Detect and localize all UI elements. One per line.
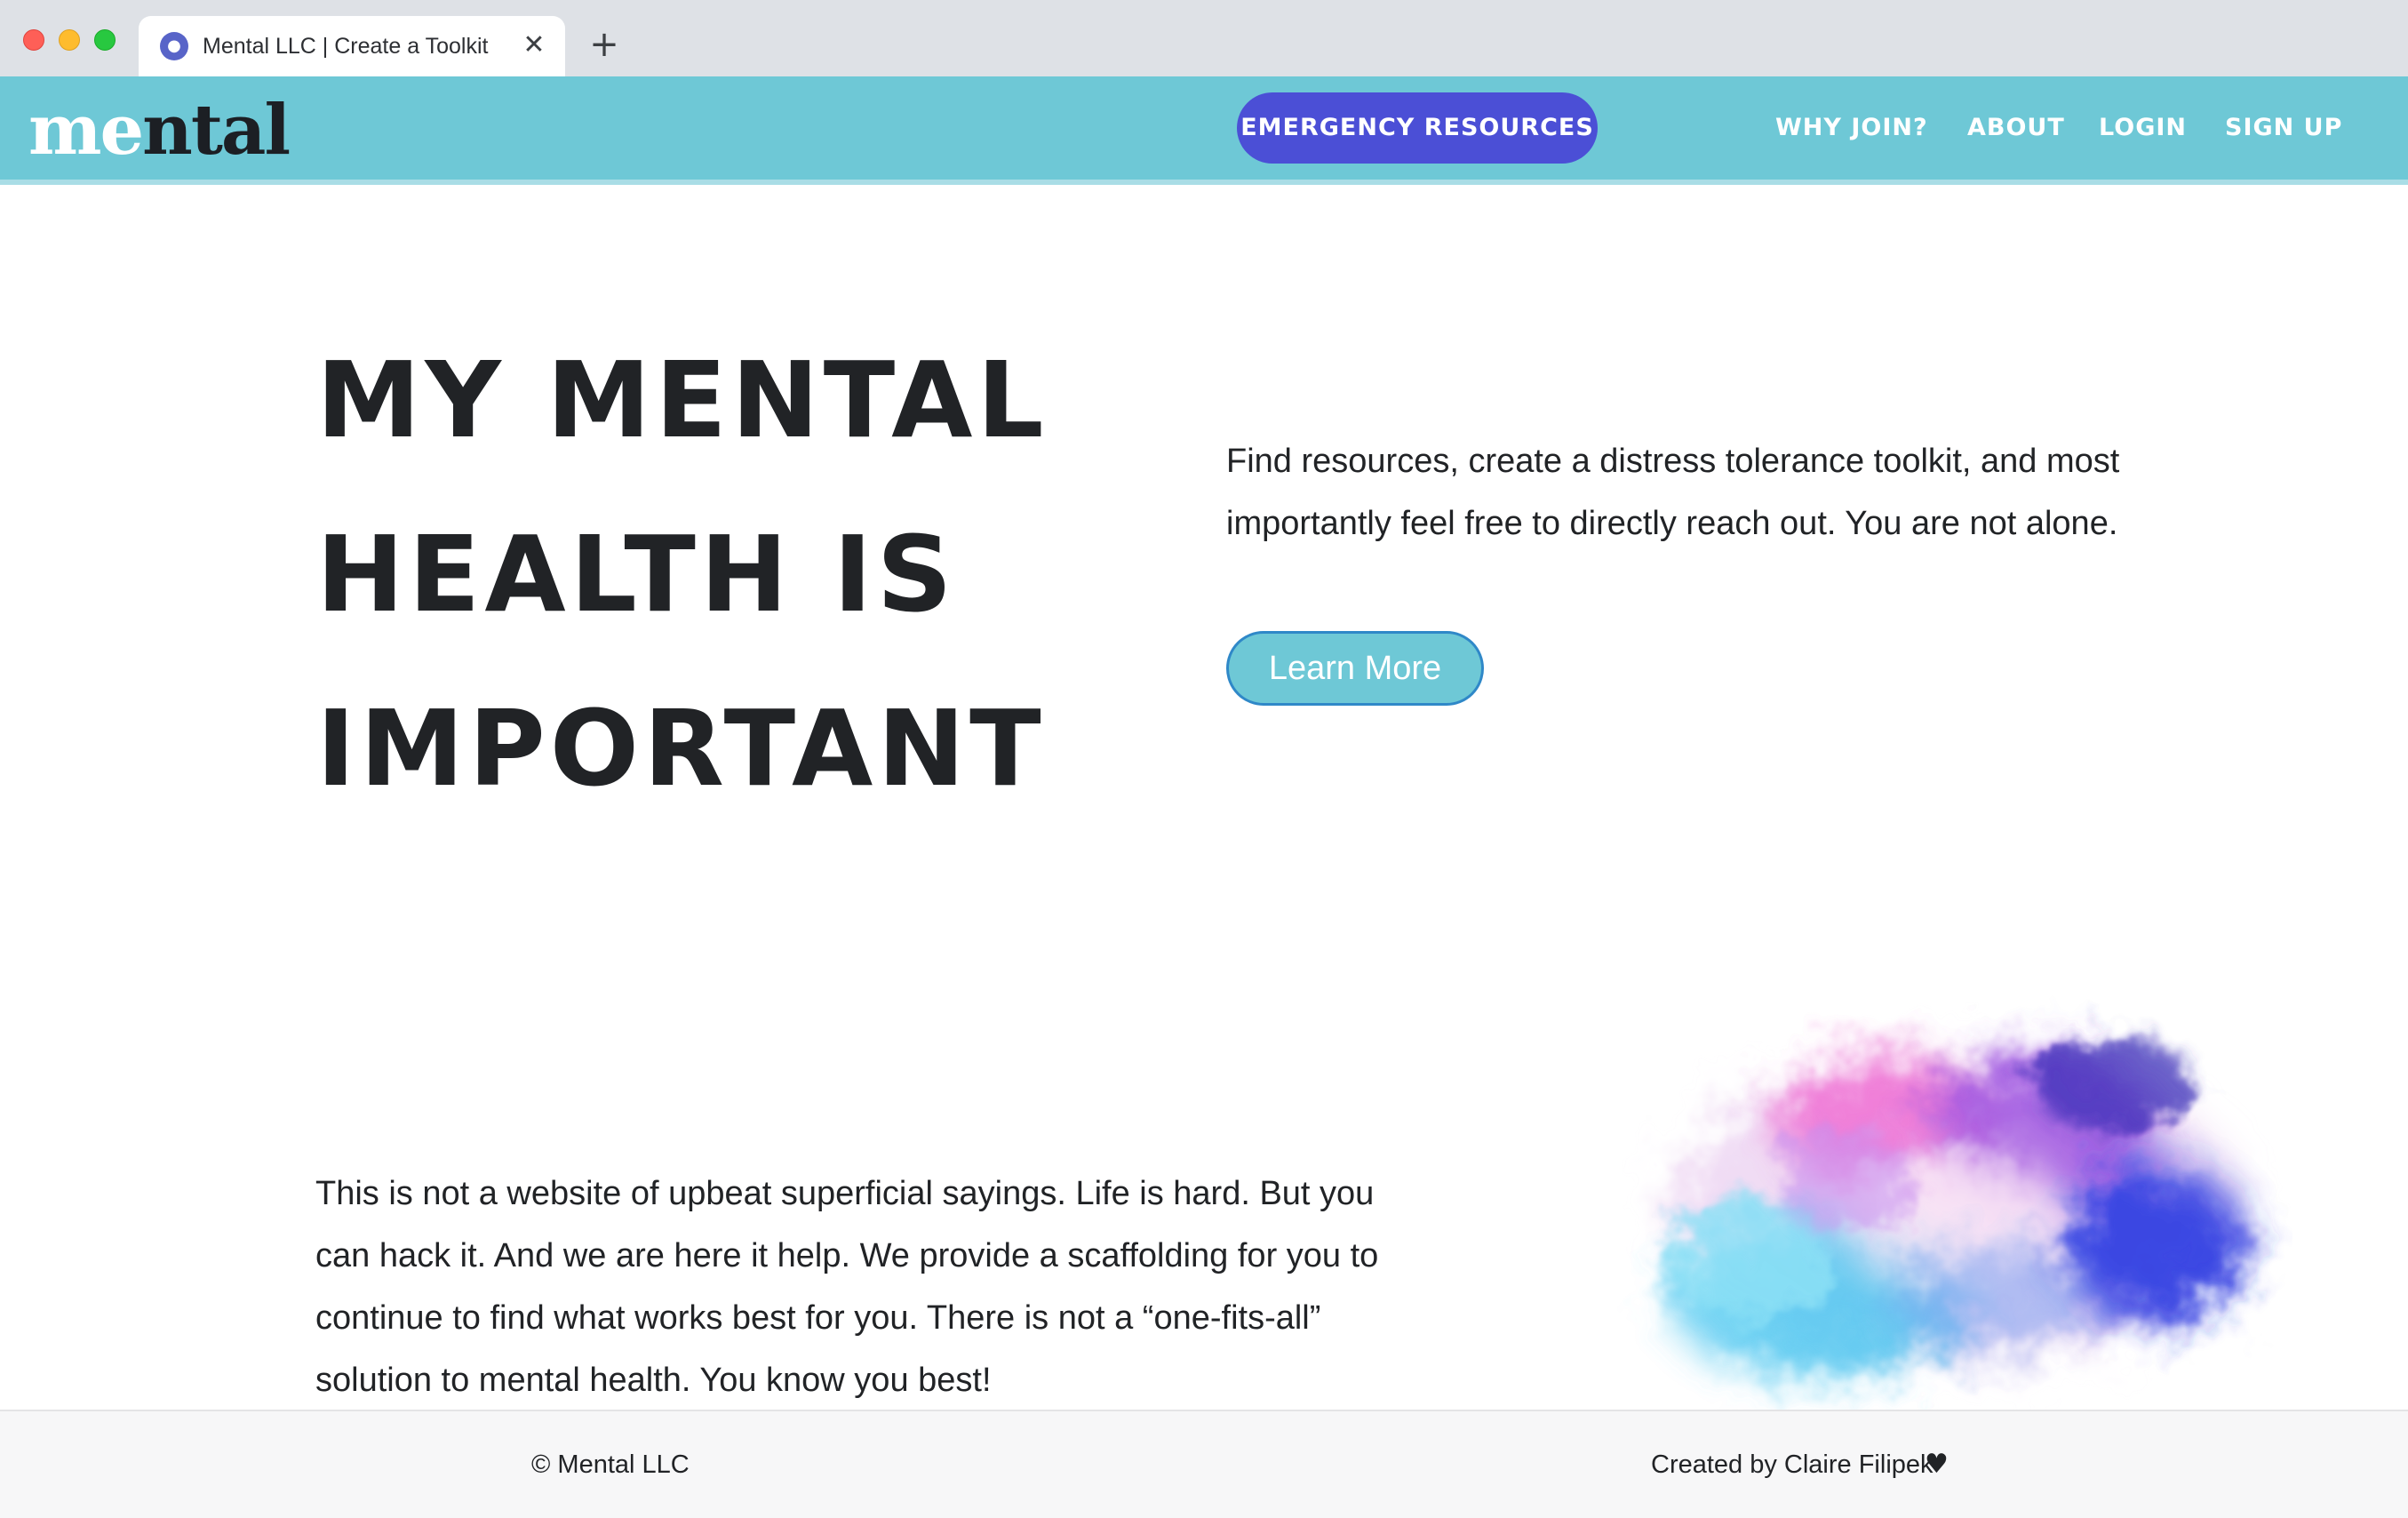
- site-logo[interactable]: mental: [28, 90, 291, 171]
- logo-text-dark: ntal: [142, 90, 291, 171]
- learn-more-button[interactable]: Learn More: [1226, 631, 1484, 706]
- browser-chrome: ● Mental LLC | Create a Toolkit ✕ +: [0, 0, 2408, 76]
- hero-title-line: MY MENTAL: [316, 339, 1049, 461]
- brain-icon: ●: [160, 32, 188, 60]
- heart-icon: ♥: [1925, 1449, 1949, 1480]
- hero-title: MY MENTAL HEALTH IS IMPORTANT: [316, 313, 1049, 835]
- hero-title-line: HEALTH IS: [316, 513, 957, 635]
- nav-login[interactable]: LOGIN: [2099, 112, 2187, 144]
- close-window-button[interactable]: [23, 29, 44, 51]
- site-navbar: mental EMERGENCY RESOURCES WHY JOIN? ABO…: [0, 76, 2408, 185]
- copyright-text: © Mental LLC: [531, 1450, 690, 1479]
- site-footer: © Mental LLC Created by Claire Filipek ♥: [0, 1410, 2408, 1518]
- close-icon[interactable]: ✕: [519, 30, 549, 60]
- hero-title-line: IMPORTANT: [316, 687, 1046, 810]
- watercolor-splash-image: [1670, 1035, 2248, 1378]
- hero-description: Find resources, create a distress tolera…: [1226, 443, 2120, 542]
- maximize-window-button[interactable]: [94, 29, 116, 51]
- emergency-resources-button[interactable]: EMERGENCY RESOURCES: [1237, 92, 1598, 164]
- browser-tab[interactable]: ● Mental LLC | Create a Toolkit ✕: [139, 16, 565, 76]
- nav-sign-up[interactable]: SIGN UP: [2225, 112, 2342, 144]
- logo-text-light: me: [28, 90, 144, 171]
- plus-icon[interactable]: +: [586, 27, 622, 62]
- credit-text: Created by Claire Filipek: [1651, 1450, 1934, 1479]
- tab-title: Mental LLC | Create a Toolkit: [203, 34, 489, 59]
- about-paragraph: This is not a website of upbeat superfic…: [315, 1175, 1379, 1399]
- nav-why-join[interactable]: WHY JOIN?: [1775, 112, 1928, 144]
- minimize-window-button[interactable]: [59, 29, 80, 51]
- nav-about[interactable]: ABOUT: [1967, 112, 2065, 144]
